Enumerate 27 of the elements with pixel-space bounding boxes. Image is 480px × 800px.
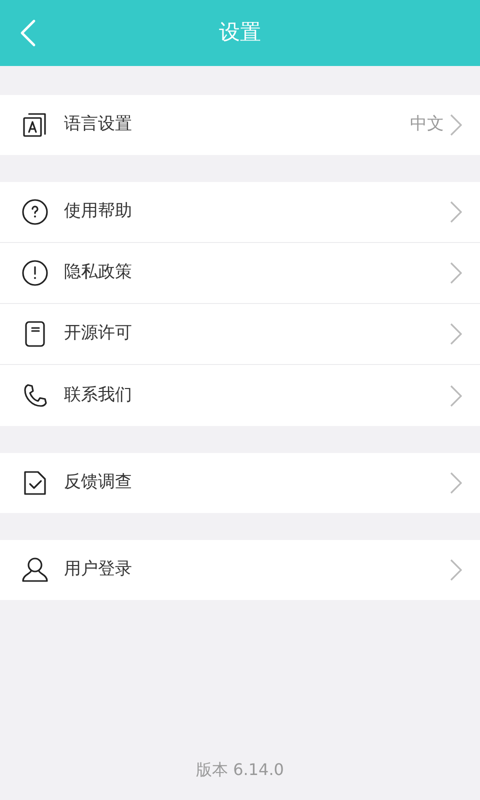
- settings-item[interactable]: 语言设置 中文: [0, 95, 480, 155]
- settings-item[interactable]: 开源许可: [0, 304, 480, 365]
- settings-item[interactable]: 用户登录: [0, 540, 480, 600]
- exclamation-circle-icon: [20, 258, 50, 288]
- item-value: 中文: [410, 113, 444, 136]
- chevron-icon: [450, 323, 462, 345]
- item-label: 用户登录: [64, 558, 133, 582]
- item-label: 开源许可: [64, 322, 133, 346]
- page-title: 设置: [219, 19, 261, 46]
- chevron-icon: [450, 262, 462, 284]
- chevron-icon: [450, 201, 462, 223]
- chevron-icon: [450, 559, 462, 581]
- chevron-icon: [450, 472, 462, 494]
- user-icon: [20, 555, 50, 585]
- item-label: 使用帮助: [64, 200, 133, 224]
- item-label: 语言设置: [64, 113, 133, 136]
- settings-item[interactable]: 使用帮助: [0, 182, 480, 243]
- chevron-icon: [450, 384, 462, 406]
- settings-item[interactable]: 反馈调查: [0, 453, 480, 513]
- chevron-icon: [450, 114, 462, 136]
- item-label: 联系我们: [64, 384, 133, 407]
- item-label: 隐私政策: [64, 261, 133, 284]
- settings-item[interactable]: 隐私政策: [0, 243, 480, 304]
- item-label: 反馈调查: [64, 471, 133, 494]
- settings-item[interactable]: 联系我们: [0, 365, 480, 426]
- version-text: 版本 6.14.0: [195, 759, 285, 781]
- help-icon: [20, 197, 50, 227]
